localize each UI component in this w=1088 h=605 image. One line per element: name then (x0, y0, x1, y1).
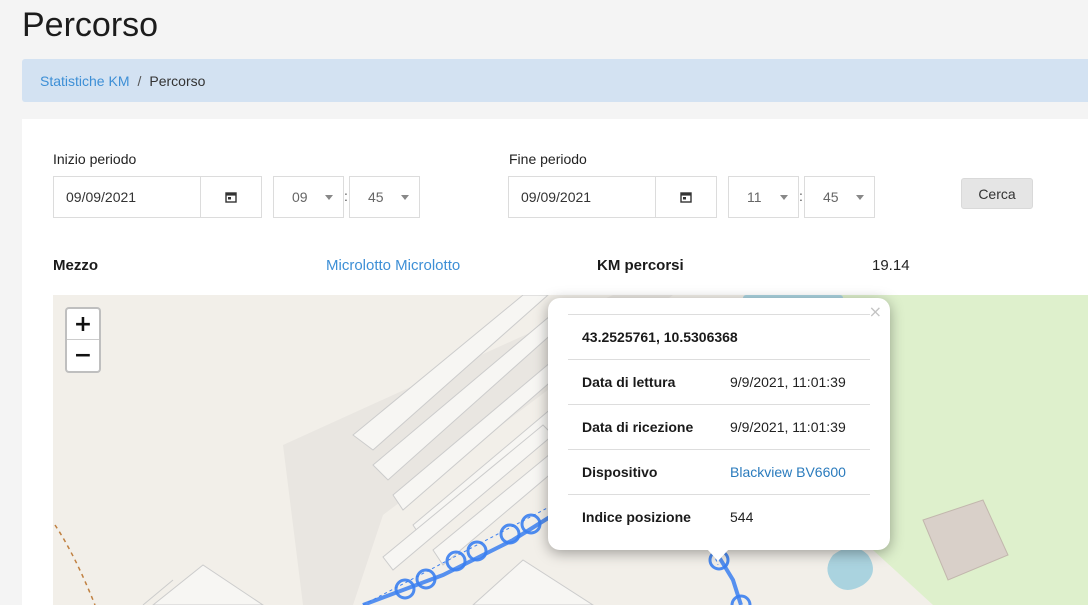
map-popup: × 43.2525761, 10.5306368 Data di lettura… (548, 298, 890, 550)
popup-value: 9/9/2021, 11:01:39 (716, 359, 870, 405)
calendar-icon (680, 192, 692, 203)
start-minute-select[interactable]: 45 (349, 176, 420, 218)
popup-table: 43.2525761, 10.5306368 Data di lettura 9… (568, 314, 870, 539)
start-hour-value: 09 (292, 189, 308, 205)
end-calendar-button[interactable] (655, 176, 717, 218)
popup-row: Dispositivo Blackview BV6600 (568, 449, 870, 495)
zoom-control: + − (65, 307, 101, 373)
popup-key: Dispositivo (568, 449, 716, 495)
start-period-label: Inizio periodo (53, 151, 137, 167)
device-link[interactable]: Blackview BV6600 (716, 449, 870, 495)
popup-value: 544 (716, 494, 870, 539)
end-date-input[interactable]: 09/09/2021 (508, 176, 656, 218)
popup-tip (707, 549, 729, 561)
breadcrumb-separator: / (137, 72, 142, 89)
breadcrumb-current: Percorso (149, 72, 206, 89)
start-time-separator: : (344, 188, 348, 204)
end-minute-value: 45 (823, 189, 839, 205)
end-minute-select[interactable]: 45 (804, 176, 875, 218)
chevron-down-icon (401, 195, 409, 200)
search-button[interactable]: Cerca (961, 178, 1033, 209)
popup-row: Indice posizione 544 (568, 494, 870, 539)
page-title: Percorso (22, 6, 159, 44)
vehicle-label: Mezzo (53, 257, 98, 274)
end-time-separator: : (799, 188, 803, 204)
end-period-label: Fine periodo (509, 151, 587, 167)
start-date-input[interactable]: 09/09/2021 (53, 176, 201, 218)
start-minute-value: 45 (368, 189, 384, 205)
popup-value: 9/9/2021, 11:01:39 (716, 404, 870, 450)
breadcrumb-link-statistiche[interactable]: Statistiche KM (40, 73, 129, 89)
end-hour-select[interactable]: 11 (728, 176, 799, 218)
breadcrumb: Statistiche KM / Percorso (22, 59, 1088, 102)
start-calendar-button[interactable] (200, 176, 262, 218)
popup-key: Data di ricezione (568, 404, 716, 450)
chevron-down-icon (325, 195, 333, 200)
popup-key: Indice posizione (568, 494, 716, 539)
popup-row: Data di ricezione 9/9/2021, 11:01:39 (568, 404, 870, 450)
km-label: KM percorsi (597, 257, 684, 274)
chevron-down-icon (780, 195, 788, 200)
popup-key: Data di lettura (568, 359, 716, 405)
popup-row: Data di lettura 9/9/2021, 11:01:39 (568, 359, 870, 405)
vehicle-link[interactable]: Microlotto Microlotto (326, 257, 460, 274)
zoom-in-button[interactable]: + (67, 309, 99, 340)
calendar-icon (225, 192, 237, 203)
close-icon[interactable]: × (869, 302, 882, 321)
end-hour-value: 11 (747, 189, 762, 205)
chevron-down-icon (856, 195, 864, 200)
start-hour-select[interactable]: 09 (273, 176, 344, 218)
km-value: 19.14 (872, 257, 910, 274)
zoom-out-button[interactable]: − (67, 340, 99, 370)
popup-coordinates: 43.2525761, 10.5306368 (568, 314, 870, 360)
